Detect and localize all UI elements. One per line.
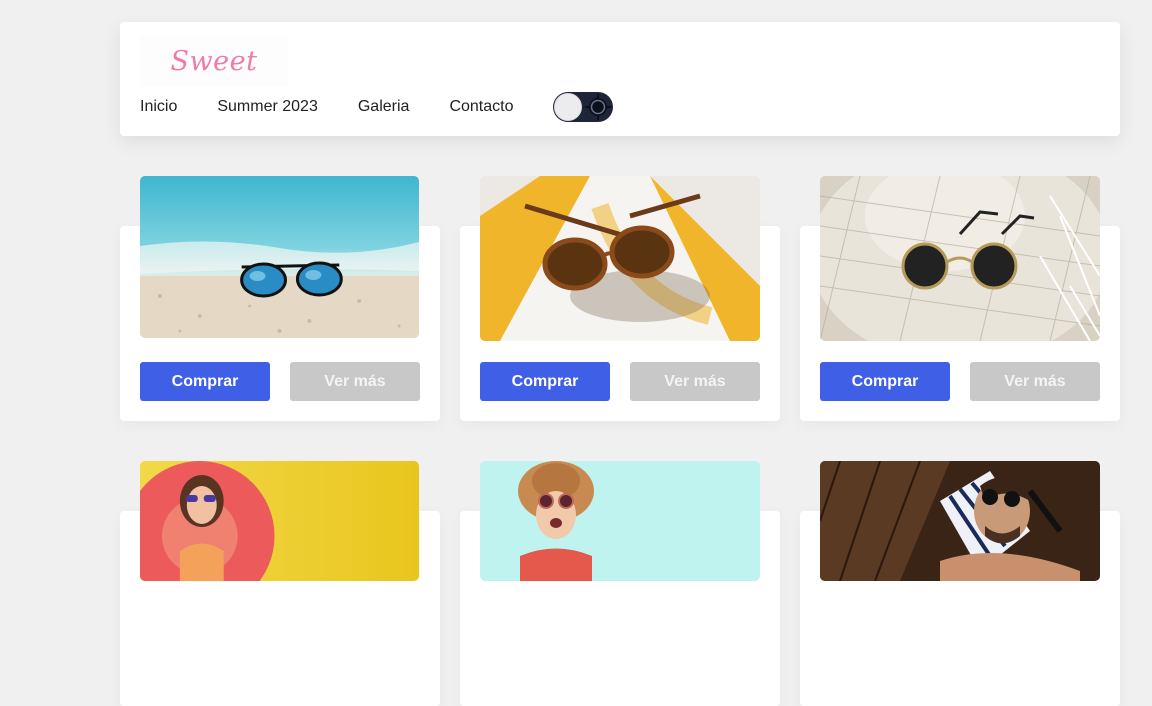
product-image-woman-hat[interactable] xyxy=(480,461,760,581)
product-image-woman-float[interactable] xyxy=(140,461,419,581)
site-logo[interactable]: Sweet xyxy=(140,36,288,86)
theme-toggle[interactable] xyxy=(553,92,614,122)
nav-item-summer-2023[interactable]: Summer 2023 xyxy=(217,98,318,116)
site-header: Sweet Inicio Summer 2023 Galeria Contact… xyxy=(120,22,1120,136)
product-image-man-chair[interactable] xyxy=(820,461,1100,581)
nav-item-inicio[interactable]: Inicio xyxy=(140,98,177,116)
toggle-knob xyxy=(554,93,583,121)
product-image-towel-sunglasses[interactable] xyxy=(480,176,760,341)
logo-text: Sweet xyxy=(170,45,258,77)
buy-button[interactable]: Comprar xyxy=(820,362,950,401)
see-more-button[interactable]: Ver más xyxy=(290,362,420,401)
nav-item-contacto[interactable]: Contacto xyxy=(449,98,513,116)
product-image-hat-sunglasses[interactable] xyxy=(820,176,1100,341)
main-nav: Inicio Summer 2023 Galeria Contacto xyxy=(140,92,614,122)
see-more-button[interactable]: Ver más xyxy=(630,362,760,401)
nav-item-galeria[interactable]: Galeria xyxy=(358,98,410,116)
buy-button[interactable]: Comprar xyxy=(480,362,610,401)
see-more-button[interactable]: Ver más xyxy=(970,362,1100,401)
buy-button[interactable]: Comprar xyxy=(140,362,270,401)
moon-icon xyxy=(585,94,612,120)
product-image-beach-sunglasses[interactable] xyxy=(140,176,419,338)
